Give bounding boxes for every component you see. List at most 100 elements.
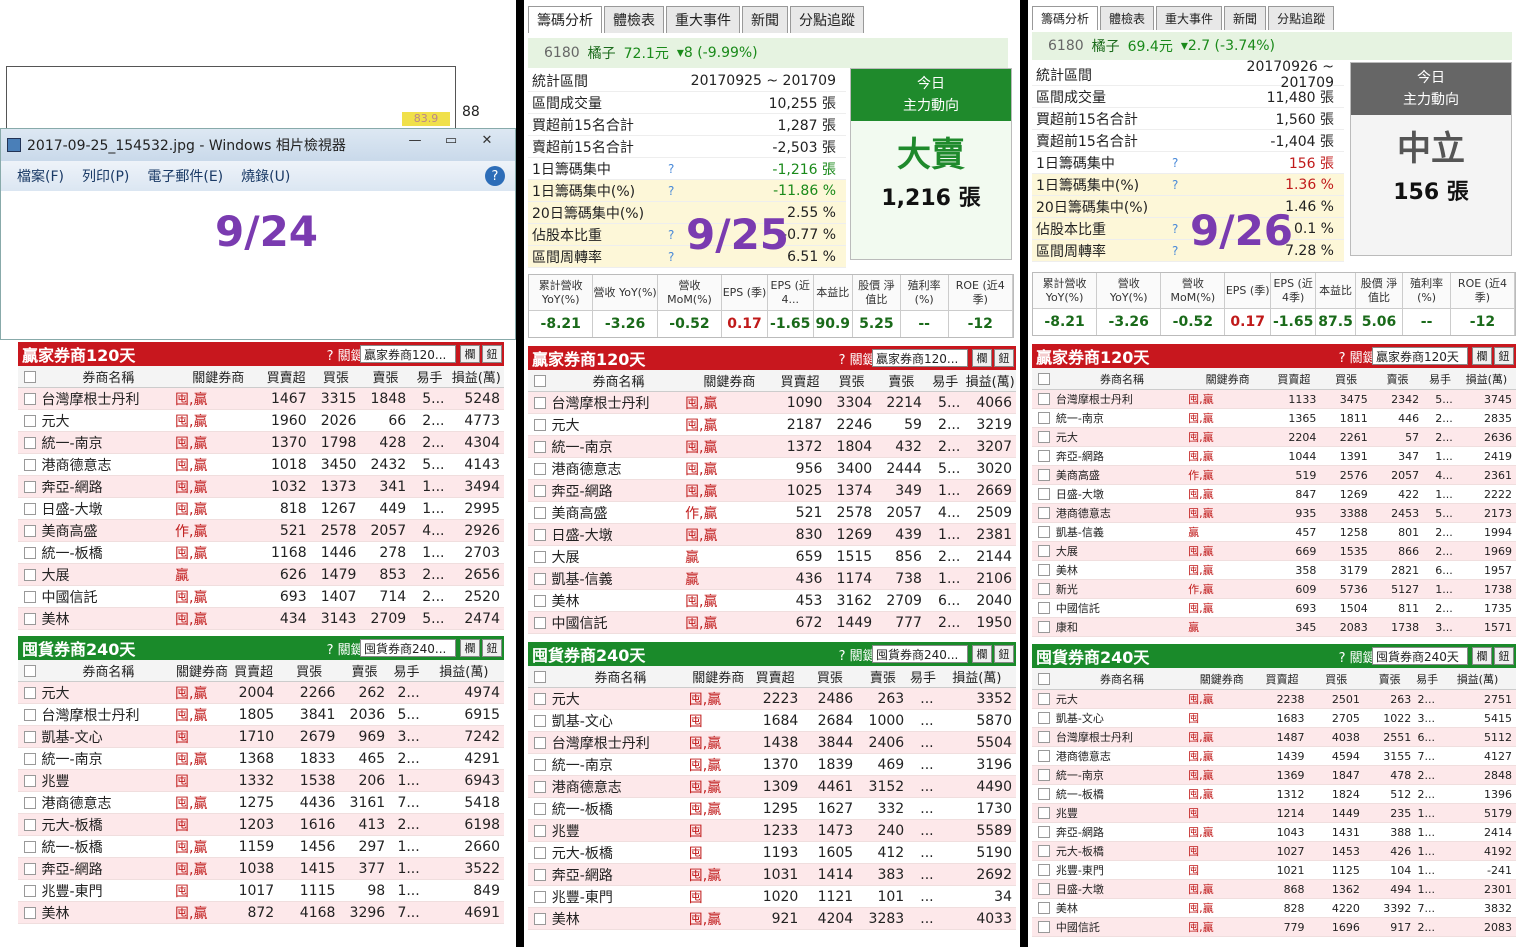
table-row[interactable]: 美林 囤,贏 828 4220 3392 7... 3832 bbox=[1032, 899, 1516, 918]
table-row[interactable]: 奔亞-網路 囤,贏 1038 1415 377 1... 3522 bbox=[18, 858, 504, 880]
column-header[interactable]: 賣張 bbox=[340, 661, 390, 680]
row-checkbox[interactable] bbox=[24, 392, 36, 405]
table-row[interactable]: 統一-板橋 囤,贏 1312 1824 512 2... 1396 bbox=[1032, 785, 1516, 804]
row-checkbox[interactable] bbox=[534, 396, 546, 409]
menu-file[interactable]: 檔案(F) bbox=[17, 166, 64, 186]
row-checkbox[interactable] bbox=[1038, 602, 1050, 614]
row-checkbox[interactable] bbox=[24, 686, 36, 699]
table-row[interactable]: 港商德意志 囤,贏 1018 3450 2432 5... 4143 bbox=[18, 454, 504, 476]
row-checkbox[interactable] bbox=[1038, 431, 1050, 443]
table-row[interactable]: 台灣摩根士丹利 囤,贏 1467 3315 1848 5... 5248 bbox=[18, 388, 504, 410]
row-checkbox[interactable] bbox=[1038, 750, 1050, 762]
select-all-checkbox[interactable] bbox=[1038, 372, 1050, 385]
column-header[interactable]: 易手 bbox=[1415, 671, 1439, 687]
info-icon[interactable]: ? bbox=[1172, 222, 1192, 236]
row-checkbox[interactable] bbox=[534, 758, 546, 771]
row-checkbox[interactable] bbox=[1038, 845, 1050, 857]
row-checkbox[interactable] bbox=[1038, 693, 1050, 705]
row-checkbox[interactable] bbox=[24, 840, 36, 853]
table-row[interactable]: 美林 囤,贏 434 3143 2709 5... 2474 bbox=[18, 608, 504, 630]
column-header[interactable]: 買張 bbox=[279, 661, 340, 680]
column-header[interactable]: 買賣超 bbox=[1267, 371, 1320, 387]
row-checkbox[interactable] bbox=[1038, 583, 1050, 595]
broker-select[interactable]: 贏家券商120天 bbox=[1372, 347, 1468, 365]
row-checkbox[interactable] bbox=[534, 846, 546, 859]
table-row[interactable]: 元大-板橋 囤 1027 1453 426 1... 4192 bbox=[1032, 842, 1516, 861]
column-header[interactable]: 買張 bbox=[827, 371, 877, 390]
info-icon[interactable]: ? bbox=[668, 228, 688, 242]
tab-branch-track[interactable]: 分點追蹤 bbox=[1268, 6, 1335, 30]
table-row[interactable]: 美林 囤,贏 921 4204 3283... 4033 bbox=[528, 908, 1016, 930]
table-row[interactable]: 日盛-大墩 囤,贏 830 1269 439 1... 2381 bbox=[528, 524, 1016, 546]
row-checkbox[interactable] bbox=[1038, 488, 1050, 500]
row-checkbox[interactable] bbox=[24, 796, 36, 809]
table-row[interactable]: 凱基-文心 囤 1710 2679 969 3... 7242 bbox=[18, 726, 504, 748]
row-checkbox[interactable] bbox=[534, 440, 546, 453]
table-row[interactable]: 奔亞-網路 囤,贏 1031 1414 383... 2692 bbox=[528, 864, 1016, 886]
table-row[interactable]: 統一-板橋 囤,贏 1168 1446 278 1... 2703 bbox=[18, 542, 504, 564]
select-all-checkbox[interactable] bbox=[24, 370, 36, 383]
column-header[interactable]: 易手 bbox=[410, 367, 448, 386]
row-checkbox[interactable] bbox=[24, 774, 36, 787]
row-checkbox[interactable] bbox=[24, 436, 36, 449]
info-icon[interactable]: ? bbox=[668, 250, 688, 264]
table-row[interactable]: 中國信託 囤,贏 779 1696 917 2... 2083 bbox=[1032, 918, 1516, 937]
table-row[interactable]: 港商德意志 囤,贏 1275 4436 3161 7... 5418 bbox=[18, 792, 504, 814]
column-button[interactable]: 欄 bbox=[972, 645, 992, 663]
column-header[interactable]: 損益(萬) bbox=[1457, 371, 1516, 387]
column-header[interactable]: 關鍵券商 bbox=[1188, 671, 1255, 687]
column-header[interactable]: 關鍵券商 bbox=[689, 667, 748, 686]
column-header[interactable]: 券商名稱 bbox=[42, 367, 176, 386]
button-2[interactable]: 鈕 bbox=[1494, 347, 1514, 365]
row-checkbox[interactable] bbox=[1038, 393, 1050, 405]
table-row[interactable]: 奔亞-網路 囤,贏 1044 1391 347 1... 2419 bbox=[1032, 447, 1516, 466]
info-icon[interactable]: ? bbox=[1172, 156, 1192, 170]
row-checkbox[interactable] bbox=[24, 818, 36, 831]
table-row[interactable]: 日盛-大墩 囤,贏 818 1267 449 1... 2995 bbox=[18, 498, 504, 520]
table-row[interactable]: 大展 贏 659 1515 856 2... 2144 bbox=[528, 546, 1016, 568]
row-checkbox[interactable] bbox=[1038, 526, 1050, 538]
table-row[interactable]: 港商德意志 囤,贏 935 3388 2453 5... 2173 bbox=[1032, 504, 1516, 523]
table-row[interactable]: 美商高盛 作,贏 519 2576 2057 4... 2361 bbox=[1032, 466, 1516, 485]
row-checkbox[interactable] bbox=[24, 884, 36, 897]
column-header[interactable]: 券商名稱 bbox=[552, 371, 686, 390]
column-header[interactable]: 買賣超 bbox=[229, 661, 279, 680]
table-row[interactable]: 統一-南京 囤,贏 1370 1798 428 2... 4304 bbox=[18, 432, 504, 454]
table-row[interactable]: 港商德意志 囤,贏 956 3400 2444 5... 3020 bbox=[528, 458, 1016, 480]
row-checkbox[interactable] bbox=[1038, 507, 1050, 519]
column-header[interactable]: 關鍵券商 bbox=[1188, 371, 1267, 387]
tab-news[interactable]: 新聞 bbox=[1224, 6, 1267, 30]
table-row[interactable]: 凱基-信義 贏 457 1258 801 2... 1994 bbox=[1032, 523, 1516, 542]
table-row[interactable]: 統一-南京 囤,贏 1365 1811 446 2... 2835 bbox=[1032, 409, 1516, 428]
table-row[interactable]: 元大 囤,贏 2223 2486 263... 3352 bbox=[528, 688, 1016, 710]
info-icon[interactable]: ? bbox=[1172, 244, 1192, 258]
row-checkbox[interactable] bbox=[534, 714, 546, 727]
row-checkbox[interactable] bbox=[534, 824, 546, 837]
row-checkbox[interactable] bbox=[534, 484, 546, 497]
row-checkbox[interactable] bbox=[1038, 621, 1050, 633]
menu-print[interactable]: 列印(P) bbox=[82, 166, 129, 186]
column-header[interactable]: 買張 bbox=[311, 367, 361, 386]
row-checkbox[interactable] bbox=[24, 730, 36, 743]
column-header[interactable]: 易手 bbox=[908, 667, 937, 686]
column-header[interactable]: 賣張 bbox=[857, 667, 908, 686]
column-button[interactable]: 欄 bbox=[460, 345, 480, 363]
select-all-checkbox[interactable] bbox=[534, 374, 546, 387]
table-row[interactable]: 中國信託 囤,贏 693 1504 811 2... 1735 bbox=[1032, 599, 1516, 618]
table-row[interactable]: 統一-南京 囤,贏 1369 1847 478 2... 2848 bbox=[1032, 766, 1516, 785]
table-row[interactable]: 港商德意志 囤,贏 1439 4594 3155 7... 4127 bbox=[1032, 747, 1516, 766]
table-row[interactable]: 兆豐-東門 囤 1017 1115 98 1... 849 bbox=[18, 880, 504, 902]
table-row[interactable]: 美商高盛 作,贏 521 2578 2057 4... 2926 bbox=[18, 520, 504, 542]
table-row[interactable]: 凱基-文心 囤 1683 2705 1022 3... 5415 bbox=[1032, 709, 1516, 728]
row-checkbox[interactable] bbox=[24, 906, 36, 919]
table-row[interactable]: 台灣摩根士丹利 囤,贏 1487 4038 2551 6... 5112 bbox=[1032, 728, 1516, 747]
row-checkbox[interactable] bbox=[534, 418, 546, 431]
row-checkbox[interactable] bbox=[24, 546, 36, 559]
column-header[interactable]: 損益(萬) bbox=[449, 367, 504, 386]
row-checkbox[interactable] bbox=[24, 590, 36, 603]
minimize-icon[interactable]: — bbox=[397, 129, 433, 151]
column-header[interactable]: 買張 bbox=[1309, 671, 1364, 687]
button-2[interactable]: 鈕 bbox=[994, 349, 1014, 367]
row-checkbox[interactable] bbox=[1038, 807, 1050, 819]
table-row[interactable]: 元大 囤,贏 2004 2266 262 2... 4974 bbox=[18, 682, 504, 704]
